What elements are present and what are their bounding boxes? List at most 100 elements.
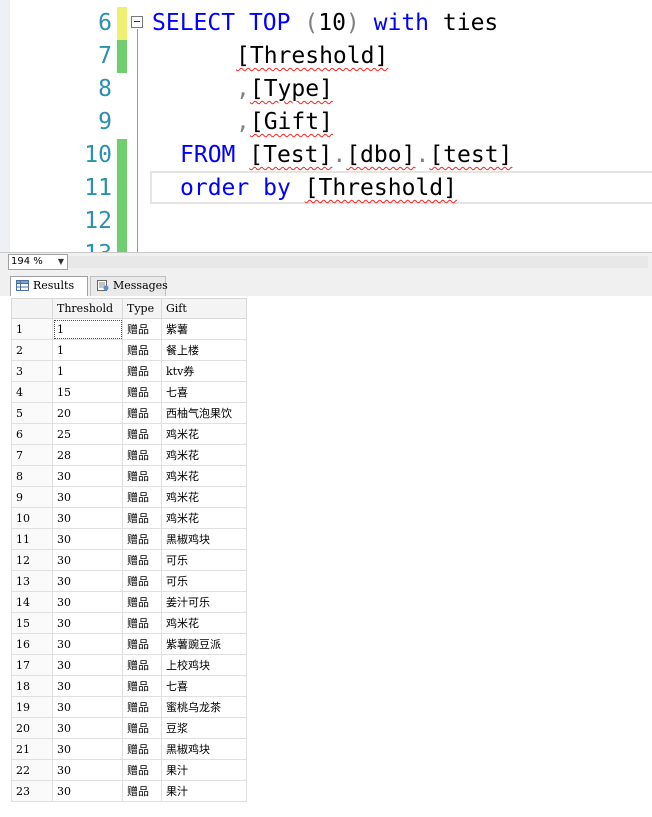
type-cell[interactable]: 赠品 xyxy=(122,675,162,697)
table-row[interactable]: 13 30 赠品 可乐 xyxy=(11,570,247,592)
results-grid[interactable]: Threshold Type Gift 1 1 赠品 紫薯 2 1 赠品 餐上楼 3 1 赠品 ktv… xyxy=(11,298,247,802)
code-line-11[interactable]: order by [Threshold] xyxy=(180,172,457,205)
table-row[interactable]: 12 30 赠品 可乐 xyxy=(11,549,247,571)
gift-cell[interactable]: 鸡米花 xyxy=(161,444,247,466)
type-cell[interactable]: 赠品 xyxy=(122,738,162,760)
threshold-cell[interactable]: 1 xyxy=(52,339,123,361)
gift-cell[interactable]: ktv券 xyxy=(161,360,247,382)
threshold-cell[interactable]: 30 xyxy=(52,507,123,529)
table-row[interactable]: 2 1 赠品 餐上楼 xyxy=(11,339,247,361)
row-number-cell[interactable]: 5 xyxy=(11,402,53,424)
type-cell[interactable]: 赠品 xyxy=(122,507,162,529)
threshold-cell[interactable]: 30 xyxy=(52,738,123,760)
table-row[interactable]: 1 1 赠品 紫薯 xyxy=(11,318,247,340)
gift-cell[interactable]: 姜汁可乐 xyxy=(161,591,247,613)
type-cell[interactable]: 赠品 xyxy=(122,318,162,340)
threshold-cell[interactable]: 30 xyxy=(52,486,123,508)
type-cell[interactable]: 赠品 xyxy=(122,402,162,424)
table-row[interactable]: 6 25 赠品 鸡米花 xyxy=(11,423,247,445)
type-cell[interactable]: 赠品 xyxy=(122,717,162,739)
collapse-region-icon[interactable] xyxy=(131,16,143,28)
row-number-cell[interactable]: 6 xyxy=(11,423,53,445)
row-number-cell[interactable]: 16 xyxy=(11,633,53,655)
threshold-cell[interactable]: 30 xyxy=(52,549,123,571)
column-header[interactable]: Gift xyxy=(161,298,247,319)
gift-cell[interactable]: 餐上楼 xyxy=(161,339,247,361)
gift-cell[interactable]: 果汁 xyxy=(161,759,247,781)
gift-cell[interactable]: 豆浆 xyxy=(161,717,247,739)
row-number-cell[interactable]: 23 xyxy=(11,780,53,802)
gift-cell[interactable]: 果汁 xyxy=(161,780,247,802)
horizontal-scrollbar[interactable] xyxy=(68,256,648,268)
table-row[interactable]: 18 30 赠品 七喜 xyxy=(11,675,247,697)
row-number-cell[interactable]: 4 xyxy=(11,381,53,403)
type-cell[interactable]: 赠品 xyxy=(122,423,162,445)
tab-messages[interactable]: Messages xyxy=(90,276,168,296)
row-number-cell[interactable]: 22 xyxy=(11,759,53,781)
row-number-cell[interactable]: 18 xyxy=(11,675,53,697)
threshold-cell[interactable]: 30 xyxy=(52,633,123,655)
table-row[interactable]: 4 15 赠品 七喜 xyxy=(11,381,247,403)
row-number-cell[interactable]: 8 xyxy=(11,465,53,487)
gift-cell[interactable]: 鸡米花 xyxy=(161,486,247,508)
code-line-6[interactable]: SELECT TOP (10) with ties xyxy=(152,7,498,40)
row-number-cell[interactable]: 2 xyxy=(11,339,53,361)
sql-editor[interactable]: 6 7 8 9 10 11 12 13 SELECT TOP (10) with… xyxy=(0,0,652,252)
table-row[interactable]: 22 30 赠品 果汁 xyxy=(11,759,247,781)
table-row[interactable]: 10 30 赠品 鸡米花 xyxy=(11,507,247,529)
threshold-cell[interactable]: 15 xyxy=(52,381,123,403)
threshold-cell[interactable]: 30 xyxy=(52,759,123,781)
table-row[interactable]: 14 30 赠品 姜汁可乐 xyxy=(11,591,247,613)
row-number-cell[interactable]: 10 xyxy=(11,507,53,529)
threshold-cell[interactable]: 1 xyxy=(52,360,123,382)
gift-cell[interactable]: 可乐 xyxy=(161,570,247,592)
gift-cell[interactable]: 西柚气泡果饮 xyxy=(161,402,247,424)
threshold-cell[interactable]: 30 xyxy=(52,717,123,739)
threshold-cell[interactable]: 30 xyxy=(52,654,123,676)
row-number-cell[interactable]: 17 xyxy=(11,654,53,676)
type-cell[interactable]: 赠品 xyxy=(122,549,162,571)
column-header[interactable]: Type xyxy=(122,298,162,319)
gift-cell[interactable]: 鸡米花 xyxy=(161,423,247,445)
threshold-cell[interactable]: 1 xyxy=(52,318,123,340)
gift-cell[interactable]: 蜜桃乌龙茶 xyxy=(161,696,247,718)
threshold-cell[interactable]: 28 xyxy=(52,444,123,466)
type-cell[interactable]: 赠品 xyxy=(122,633,162,655)
gift-cell[interactable]: 七喜 xyxy=(161,675,247,697)
table-row[interactable]: 11 30 赠品 黑椒鸡块 xyxy=(11,528,247,550)
row-number-cell[interactable]: 12 xyxy=(11,549,53,571)
gift-cell[interactable]: 紫薯 xyxy=(161,318,247,340)
threshold-cell[interactable]: 30 xyxy=(52,528,123,550)
row-number-cell[interactable]: 19 xyxy=(11,696,53,718)
zoom-dropdown[interactable]: 194 % ▼ xyxy=(8,254,68,270)
threshold-cell[interactable]: 30 xyxy=(52,675,123,697)
gift-cell[interactable]: 紫薯豌豆派 xyxy=(161,633,247,655)
type-cell[interactable]: 赠品 xyxy=(122,465,162,487)
row-number-cell[interactable]: 15 xyxy=(11,612,53,634)
row-number-cell[interactable]: 3 xyxy=(11,360,53,382)
gift-cell[interactable]: 上校鸡块 xyxy=(161,654,247,676)
table-row[interactable]: 23 30 赠品 果汁 xyxy=(11,780,247,802)
table-row[interactable]: 19 30 赠品 蜜桃乌龙茶 xyxy=(11,696,247,718)
table-row[interactable]: 7 28 赠品 鸡米花 xyxy=(11,444,247,466)
table-row[interactable]: 16 30 赠品 紫薯豌豆派 xyxy=(11,633,247,655)
code-line-10[interactable]: FROM [Test].[dbo].[test] xyxy=(180,139,512,172)
type-cell[interactable]: 赠品 xyxy=(122,654,162,676)
row-number-cell[interactable]: 9 xyxy=(11,486,53,508)
type-cell[interactable]: 赠品 xyxy=(122,486,162,508)
threshold-cell[interactable]: 20 xyxy=(52,402,123,424)
table-row[interactable]: 5 20 赠品 西柚气泡果饮 xyxy=(11,402,247,424)
gift-cell[interactable]: 七喜 xyxy=(161,381,247,403)
type-cell[interactable]: 赠品 xyxy=(122,570,162,592)
code-line-8[interactable]: ,[Type] xyxy=(236,73,333,106)
table-row[interactable]: 3 1 赠品 ktv券 xyxy=(11,360,247,382)
type-cell[interactable]: 赠品 xyxy=(122,528,162,550)
row-number-cell[interactable]: 20 xyxy=(11,717,53,739)
type-cell[interactable]: 赠品 xyxy=(122,360,162,382)
row-number-cell[interactable]: 13 xyxy=(11,570,53,592)
row-number-cell[interactable]: 7 xyxy=(11,444,53,466)
table-row[interactable]: 21 30 赠品 黑椒鸡块 xyxy=(11,738,247,760)
type-cell[interactable]: 赠品 xyxy=(122,759,162,781)
row-number-cell[interactable]: 1 xyxy=(11,318,53,340)
gift-cell[interactable]: 鸡米花 xyxy=(161,465,247,487)
